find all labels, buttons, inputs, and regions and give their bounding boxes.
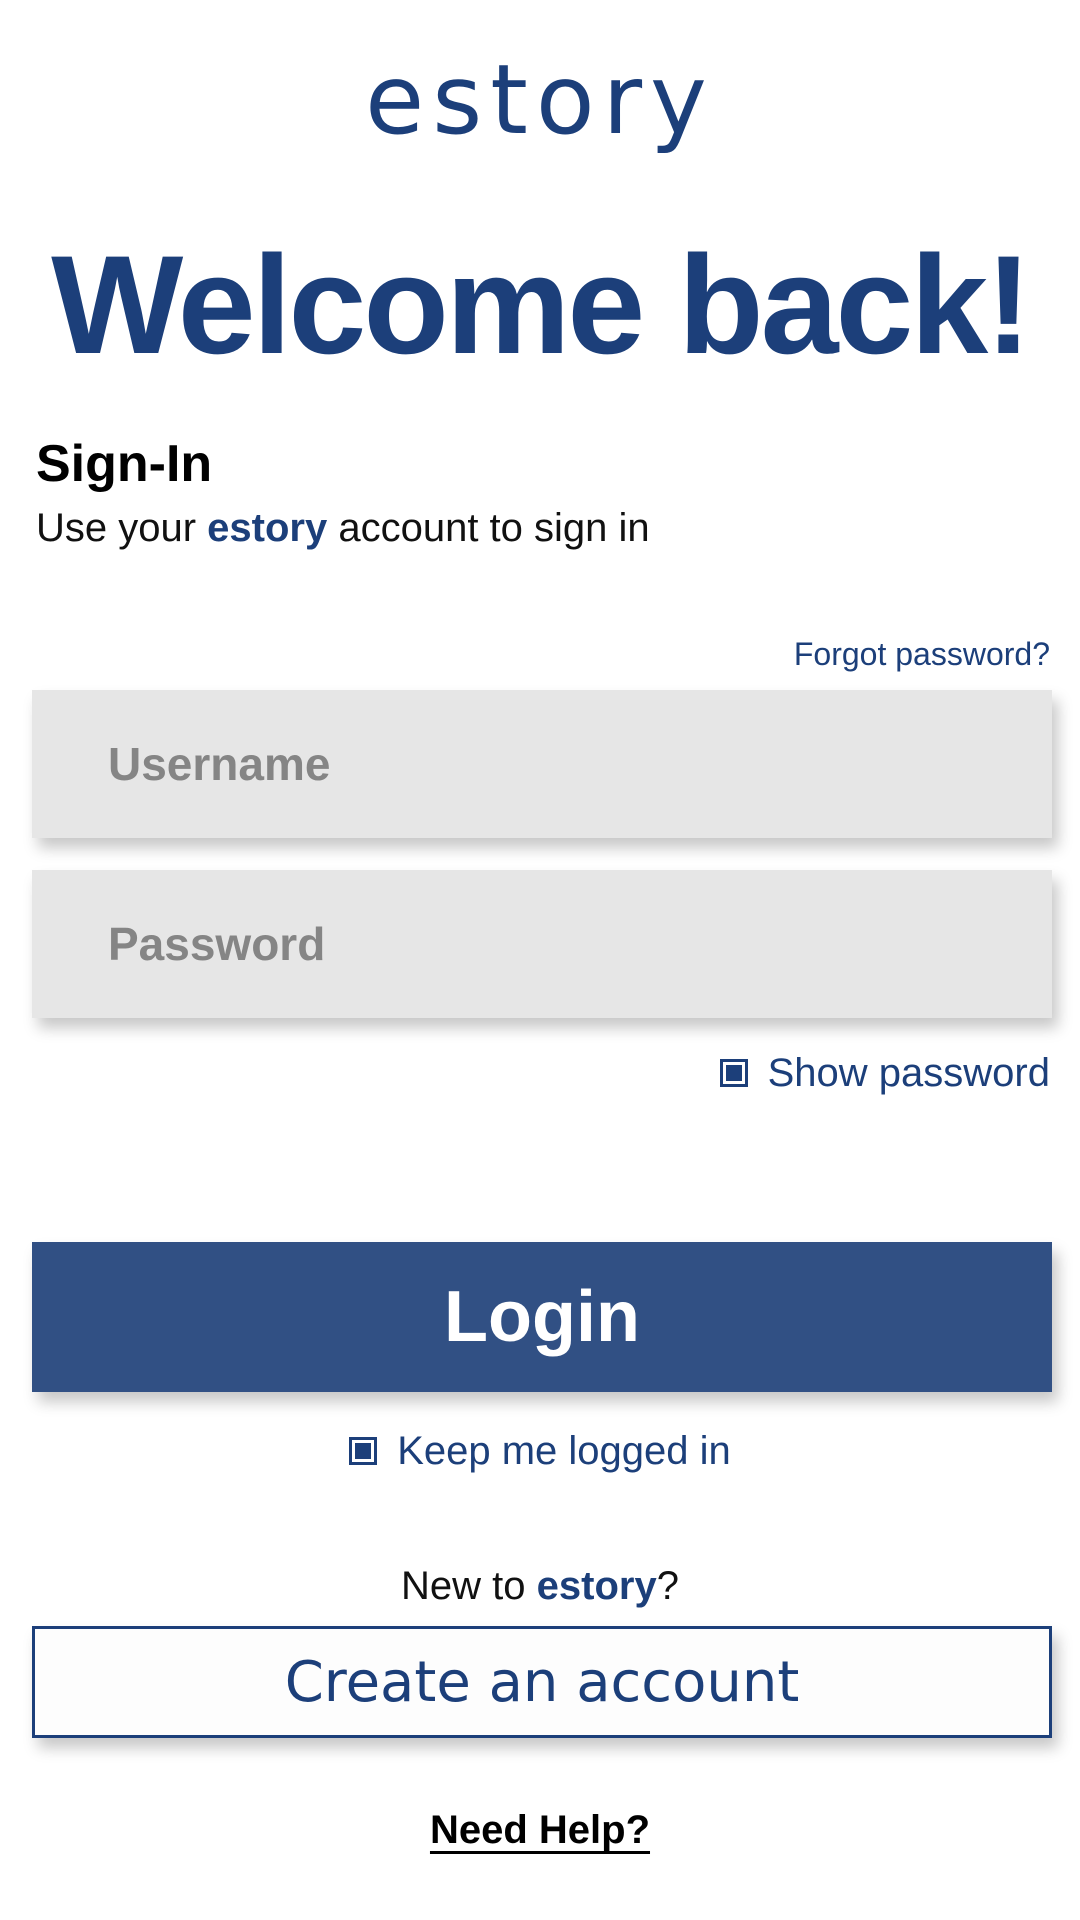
- estory-logo: estory: [365, 44, 715, 156]
- keep-logged-in-toggle[interactable]: Keep me logged in: [0, 1426, 1080, 1476]
- keep-logged-in-label: Keep me logged in: [397, 1429, 731, 1473]
- prompt-brand: estory: [536, 1564, 657, 1608]
- username-input[interactable]: [32, 690, 1052, 838]
- create-account-button[interactable]: Create an account: [32, 1626, 1052, 1738]
- subtitle-prefix: Use your: [36, 506, 208, 550]
- forgot-password-link[interactable]: Forgot password?: [794, 634, 1050, 674]
- help-container: Need Help?: [0, 1804, 1080, 1865]
- signin-title: Sign-In: [36, 435, 213, 493]
- show-password-label: Show password: [767, 1051, 1050, 1095]
- show-password-checkbox[interactable]: [719, 1059, 748, 1087]
- signin-subtitle: Use your estory account to sign in: [36, 502, 650, 554]
- subtitle-brand: estory: [207, 506, 328, 550]
- welcome-heading: Welcome back!: [51, 226, 1032, 383]
- password-input[interactable]: [32, 870, 1052, 1018]
- need-help-link[interactable]: Need Help?: [430, 1808, 650, 1852]
- login-button[interactable]: Login: [32, 1242, 1052, 1392]
- show-password-toggle[interactable]: Show password: [719, 1048, 1050, 1098]
- prompt-suffix: ?: [656, 1564, 679, 1608]
- new-user-prompt: New to estory?: [0, 1560, 1080, 1612]
- keep-logged-in-checkbox[interactable]: [349, 1437, 378, 1465]
- subtitle-suffix: account to sign in: [327, 506, 650, 550]
- prompt-prefix: New to: [401, 1564, 537, 1608]
- login-page: estory Welcome back! Sign-In Use your es…: [0, 0, 1080, 1920]
